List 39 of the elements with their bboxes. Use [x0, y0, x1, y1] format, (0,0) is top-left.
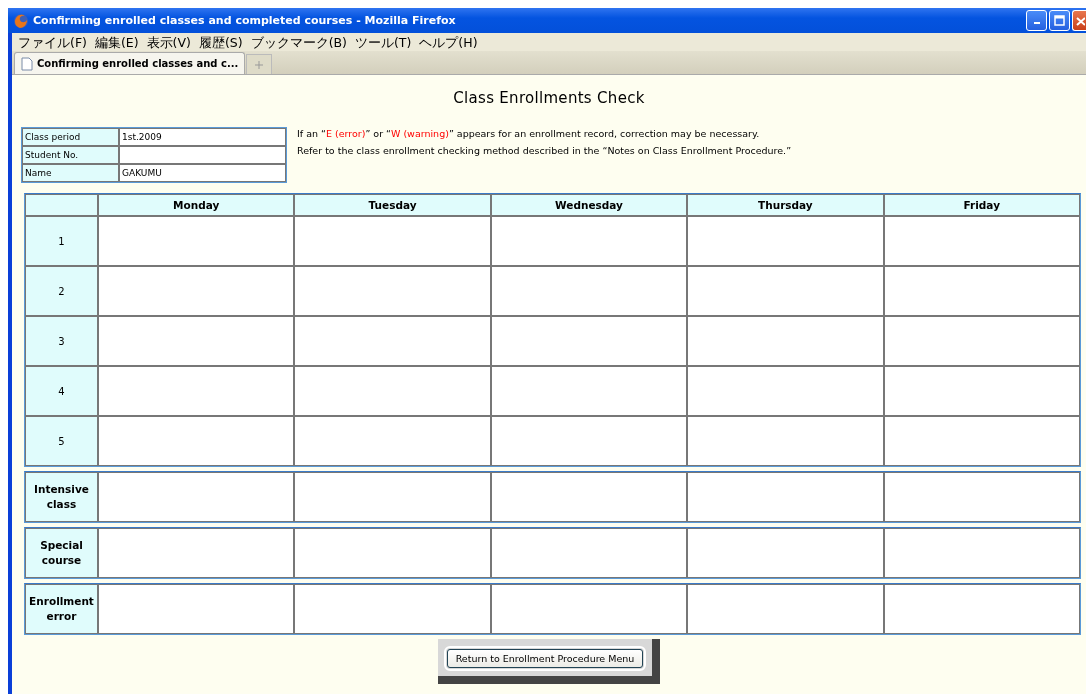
row-header: 5: [25, 416, 98, 466]
notice-text: If an “E (error)” or “W (warning)” appears for an enrollment record, correction may be necessary.: [297, 127, 761, 141]
close-button[interactable]: [1072, 10, 1086, 31]
page-icon: [21, 56, 33, 71]
column-header: Friday: [883, 194, 1080, 216]
row-header: 2: [25, 266, 98, 316]
return-button[interactable]: Return to Enrollment Procedure Menu: [446, 649, 644, 668]
menu-item[interactable]: ツール(T): [350, 33, 416, 51]
browser-logo-icon: [13, 12, 29, 29]
field-label: Student No.: [22, 146, 119, 164]
row-header: 1: [25, 216, 98, 266]
menu-item[interactable]: ファイル(F): [14, 33, 91, 51]
maximize-button[interactable]: [1049, 10, 1070, 31]
field-label: Name: [22, 164, 119, 182]
menu-item[interactable]: 表示(V): [142, 33, 195, 51]
menu-item[interactable]: ヘルプ(H): [415, 33, 482, 51]
row-header: Intensive class: [25, 472, 98, 522]
menu-item[interactable]: ブックマーク(B): [246, 33, 351, 51]
column-header: Monday: [98, 194, 295, 216]
column-header: Wednesday: [490, 194, 688, 216]
window-title: Confirming enrolled classes and completed courses - Mozilla Firefox: [33, 14, 457, 27]
row-header: Special course: [25, 528, 98, 578]
column-header: Thursday: [687, 194, 884, 216]
page-title: Class Enrollments Check: [452, 88, 646, 107]
field-value: 1st.2009: [119, 128, 286, 146]
maximize-icon: [1054, 15, 1065, 26]
field-label: Class period: [22, 128, 119, 146]
column-header: Tuesday: [294, 194, 491, 216]
notice-text: Refer to the class enrollment checking method described in the “Notes on Class Enrollment Procedure.”: [297, 144, 792, 158]
minimize-button[interactable]: [1026, 10, 1047, 31]
menu-item[interactable]: 編集(E): [90, 33, 143, 51]
row-header: 3: [25, 316, 98, 366]
close-icon: [1074, 15, 1085, 26]
browser-tab[interactable]: Confirming enrolled classes and c...: [14, 52, 246, 74]
menu-item[interactable]: 履歴(S): [194, 33, 247, 51]
field-value: GAKUMU: [119, 164, 286, 182]
row-header: 4: [25, 366, 98, 416]
row-header: Enrollment error: [25, 584, 98, 634]
plus-icon: [255, 60, 264, 69]
